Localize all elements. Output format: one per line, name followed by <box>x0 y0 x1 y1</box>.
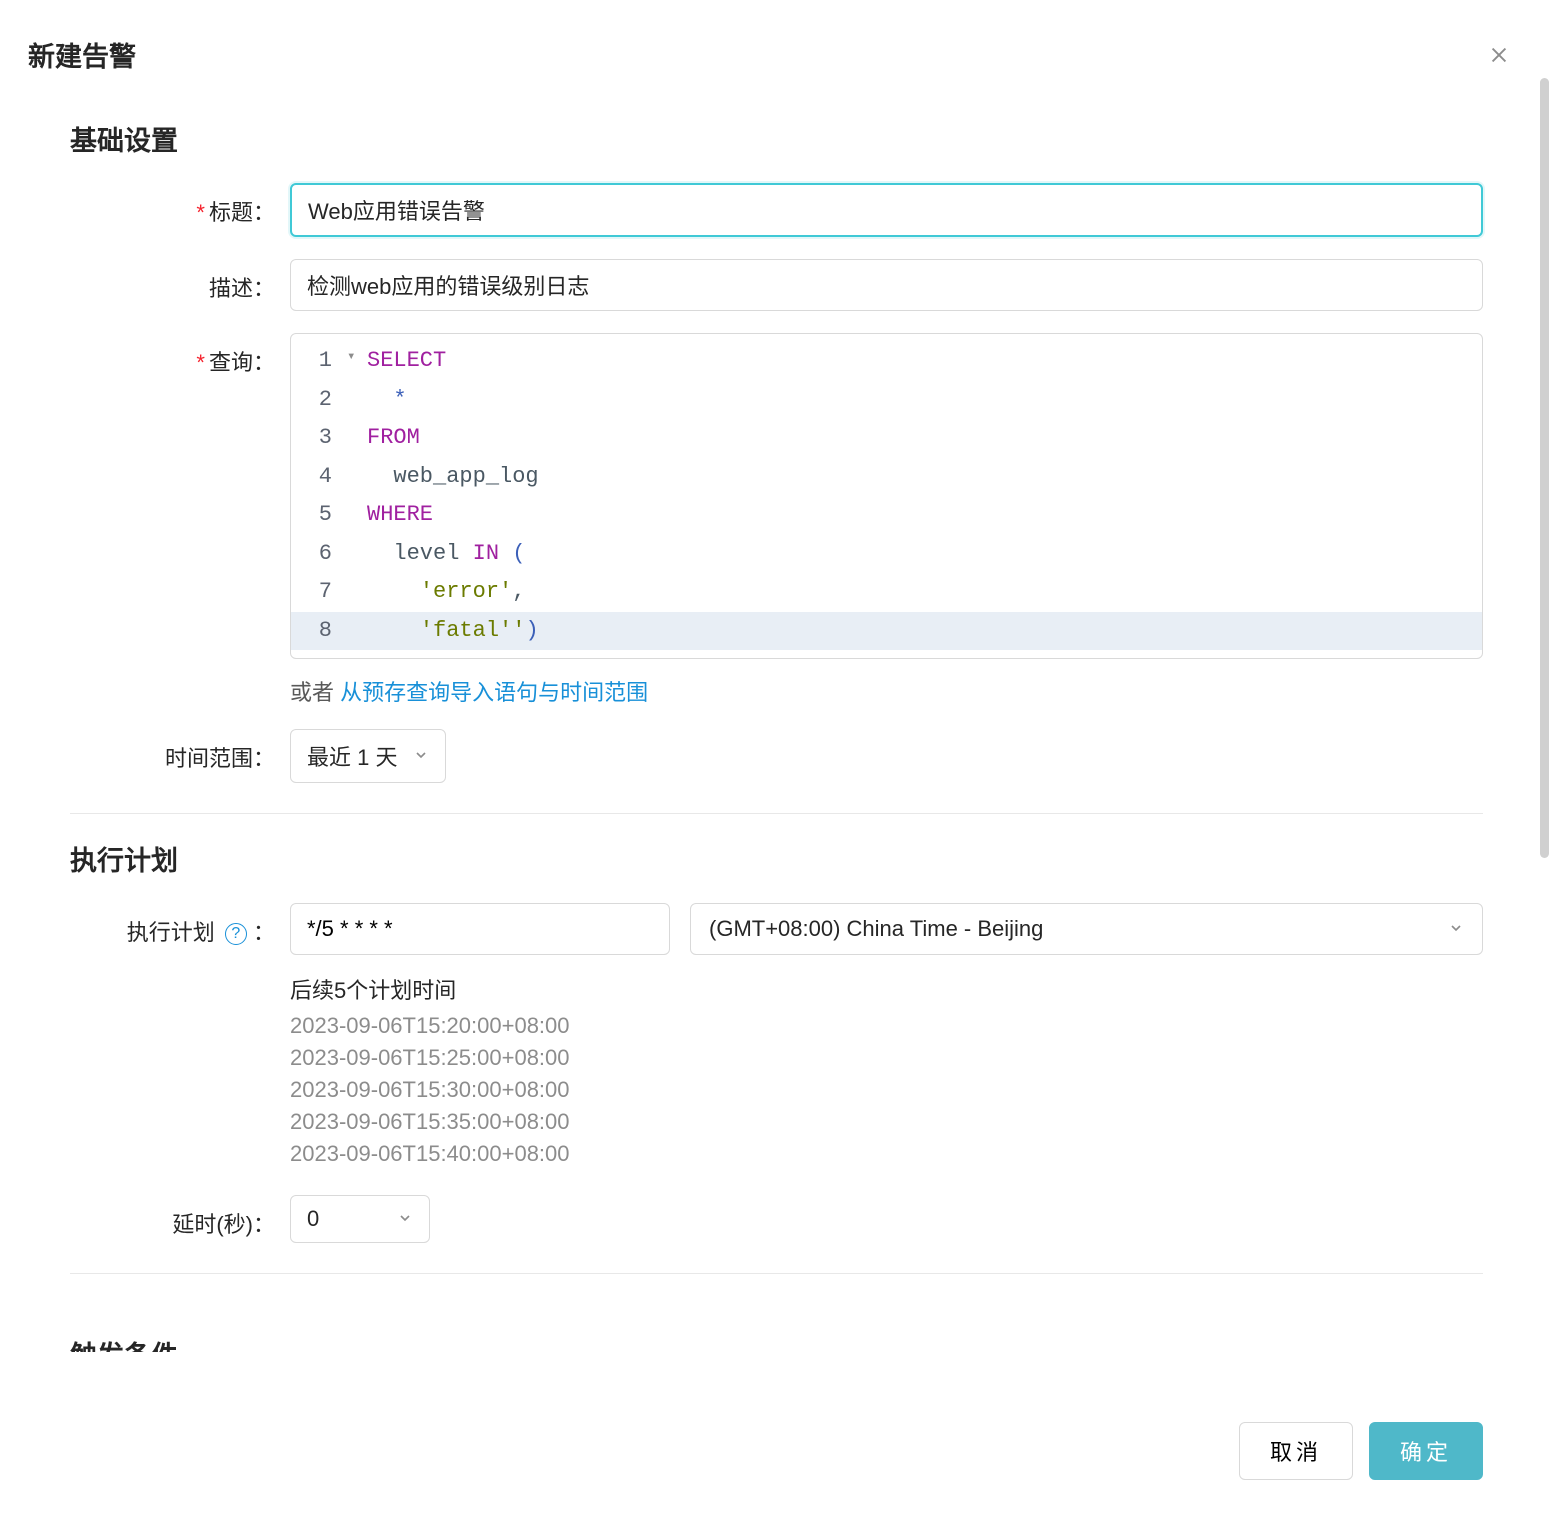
fold-marker[interactable]: ▾ <box>347 342 367 381</box>
code-line: 5 WHERE <box>291 496 1482 535</box>
fold-marker <box>347 535 367 574</box>
line-number: 1 <box>307 342 347 381</box>
code-line: 6 level IN ( <box>291 535 1482 574</box>
timezone-select[interactable]: (GMT+08:00) China Time - Beijing <box>690 903 1483 955</box>
line-number: 7 <box>307 573 347 612</box>
query-editor[interactable]: 1▾SELECT2 *3FROM4 web_app_log5WHERE6 lev… <box>290 333 1483 659</box>
close-icon <box>1488 44 1510 66</box>
required-mark: * <box>196 350 205 375</box>
confirm-button[interactable]: 确定 <box>1369 1422 1483 1480</box>
modal-title: 新建告警 <box>28 35 136 74</box>
cron-input[interactable] <box>290 903 670 955</box>
line-number: 8 <box>307 612 347 651</box>
schedule-time-item: 2023-09-06T15:30:00+08:00 <box>290 1077 1483 1103</box>
query-label: *查询： <box>70 333 290 377</box>
timerange-value: 最近 1 天 <box>307 740 397 772</box>
schedule-preview-title: 后续5个计划时间 <box>290 973 1483 1005</box>
chevron-down-icon <box>1448 916 1464 942</box>
schedule-time-item: 2023-09-06T15:35:00+08:00 <box>290 1109 1483 1135</box>
code-content: WHERE <box>367 496 1466 535</box>
schedule-label: 执行计划 ? ： <box>70 903 290 947</box>
divider <box>70 813 1483 814</box>
schedule-time-item: 2023-09-06T15:25:00+08:00 <box>290 1045 1483 1071</box>
code-line: 1▾SELECT <box>291 342 1482 381</box>
code-content: level IN ( <box>367 535 1466 574</box>
section-trigger: 触发条件 <box>70 1334 1483 1352</box>
line-number: 3 <box>307 419 347 458</box>
section-schedule: 执行计划 <box>70 839 1483 878</box>
required-mark: * <box>196 200 205 225</box>
close-button[interactable] <box>1485 41 1513 69</box>
line-number: 4 <box>307 458 347 497</box>
divider <box>70 1273 1483 1274</box>
code-line: 7 'error', <box>291 573 1482 612</box>
code-content: FROM <box>367 419 1466 458</box>
line-number: 2 <box>307 381 347 420</box>
delay-value: 0 <box>307 1206 319 1232</box>
timerange-select[interactable]: 最近 1 天 <box>290 729 446 783</box>
fold-marker <box>347 381 367 420</box>
code-content: web_app_log <box>367 458 1466 497</box>
timezone-value: (GMT+08:00) China Time - Beijing <box>709 916 1043 942</box>
import-saved-query-link[interactable]: 从预存查询导入语句与时间范围 <box>340 680 648 705</box>
line-number: 6 <box>307 535 347 574</box>
code-content: * <box>367 381 1466 420</box>
code-line: 2 * <box>291 381 1482 420</box>
fold-marker <box>347 573 367 612</box>
code-content: 'error', <box>367 573 1466 612</box>
fold-marker <box>347 419 367 458</box>
timerange-label: 时间范围： <box>70 729 290 773</box>
code-content: SELECT <box>367 342 1466 381</box>
delay-label: 延时(秒)： <box>70 1195 290 1239</box>
title-label: *标题： <box>70 183 290 227</box>
delay-select[interactable]: 0 <box>290 1195 430 1243</box>
code-line: 4 web_app_log <box>291 458 1482 497</box>
line-number: 5 <box>307 496 347 535</box>
scrollbar[interactable] <box>1540 78 1549 858</box>
schedule-time-item: 2023-09-06T15:40:00+08:00 <box>290 1141 1483 1167</box>
fold-marker <box>347 612 367 651</box>
help-icon[interactable]: ? <box>225 923 247 945</box>
title-input[interactable] <box>290 183 1483 237</box>
code-line: 8 'fatal'') <box>291 612 1482 651</box>
chevron-down-icon <box>413 743 429 769</box>
code-line: 3 FROM <box>291 419 1482 458</box>
code-content: 'fatal'') <box>367 612 1466 651</box>
description-label: 描述： <box>70 259 290 303</box>
fold-marker <box>347 496 367 535</box>
schedule-time-item: 2023-09-06T15:20:00+08:00 <box>290 1013 1483 1039</box>
description-input[interactable] <box>290 259 1483 311</box>
fold-marker <box>347 458 367 497</box>
chevron-down-icon <box>397 1206 413 1232</box>
cancel-button[interactable]: 取消 <box>1239 1422 1353 1480</box>
import-hint: 或者 从预存查询导入语句与时间范围 <box>290 675 1483 707</box>
section-basic-settings: 基础设置 <box>70 119 1483 158</box>
